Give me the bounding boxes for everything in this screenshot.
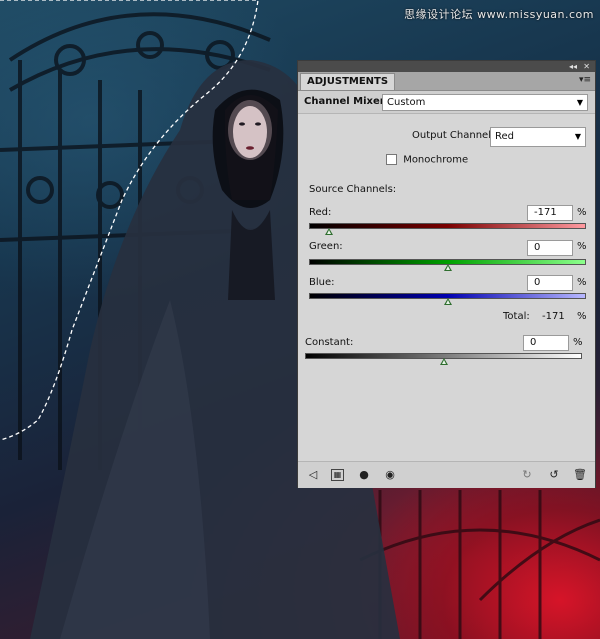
- blue-value-field[interactable]: 0: [527, 275, 573, 291]
- eye-icon[interactable]: ◉: [383, 468, 397, 481]
- red-slider-thumb[interactable]: [325, 228, 334, 235]
- adjustment-header: Channel Mixer Custom ▼: [298, 91, 595, 114]
- output-channel-select[interactable]: Red ▼: [490, 127, 586, 147]
- blue-percent-unit: %: [577, 277, 587, 288]
- total-percent-unit: %: [577, 311, 587, 322]
- monochrome-option[interactable]: Monochrome: [386, 154, 468, 166]
- red-slider-track[interactable]: [309, 223, 586, 229]
- green-percent-unit: %: [577, 241, 587, 252]
- blue-slider-thumb[interactable]: [443, 298, 452, 305]
- watermark-text: 思缘设计论坛 www.missyuan.com: [404, 8, 594, 21]
- reset-icon[interactable]: ↺: [547, 468, 561, 481]
- panel-bottom-toolbar: ◁ ▦ ● ◉ ↻ ↺ 🗑: [298, 461, 595, 488]
- monochrome-label: Monochrome: [403, 154, 469, 166]
- preset-select[interactable]: Custom ▼: [382, 94, 588, 111]
- source-channels-label: Source Channels:: [309, 184, 397, 195]
- red-channel-label: Red:: [309, 207, 332, 218]
- constant-label: Constant:: [305, 337, 354, 348]
- collapse-panel-icon[interactable]: ◂◂: [569, 61, 577, 72]
- total-label: Total:: [503, 311, 530, 322]
- output-channel-label: Output Channel:: [412, 130, 495, 141]
- total-value: -171: [542, 311, 565, 322]
- preset-value: Custom: [387, 97, 426, 108]
- constant-value-field[interactable]: 0: [523, 335, 569, 351]
- green-channel-label: Green:: [309, 241, 343, 252]
- panel-tab-bar: ADJUSTMENTS ▾≡: [298, 72, 595, 91]
- red-percent-unit: %: [577, 207, 587, 218]
- layer-visibility-mask-icon[interactable]: ●: [357, 468, 371, 481]
- panel-menu-icon[interactable]: ▾≡: [579, 75, 591, 86]
- blue-channel-label: Blue:: [309, 277, 335, 288]
- back-arrow-icon[interactable]: ◁: [306, 468, 320, 481]
- trash-icon[interactable]: 🗑: [573, 468, 587, 481]
- dropdown-arrow-icon: ▼: [576, 98, 583, 107]
- monochrome-checkbox[interactable]: [386, 154, 397, 165]
- adjustment-title: Channel Mixer: [304, 96, 385, 107]
- green-value-field[interactable]: 0: [527, 240, 573, 256]
- green-slider-thumb[interactable]: [443, 264, 452, 271]
- previous-state-icon[interactable]: ↻: [520, 468, 534, 481]
- adjustments-panel: ◂◂ ✕ ADJUSTMENTS ▾≡ Channel Mixer Custom…: [297, 60, 596, 488]
- output-channel-value: Red: [495, 131, 514, 142]
- clip-to-layer-icon[interactable]: ▦: [331, 469, 344, 481]
- constant-slider-thumb[interactable]: [439, 358, 448, 365]
- dropdown-arrow-icon: ▼: [574, 132, 581, 141]
- tab-adjustments[interactable]: ADJUSTMENTS: [300, 73, 396, 90]
- close-panel-icon[interactable]: ✕: [583, 61, 590, 72]
- constant-percent-unit: %: [573, 337, 583, 348]
- panel-title-bar[interactable]: ◂◂ ✕: [298, 61, 595, 72]
- red-value-field[interactable]: -171: [527, 205, 573, 221]
